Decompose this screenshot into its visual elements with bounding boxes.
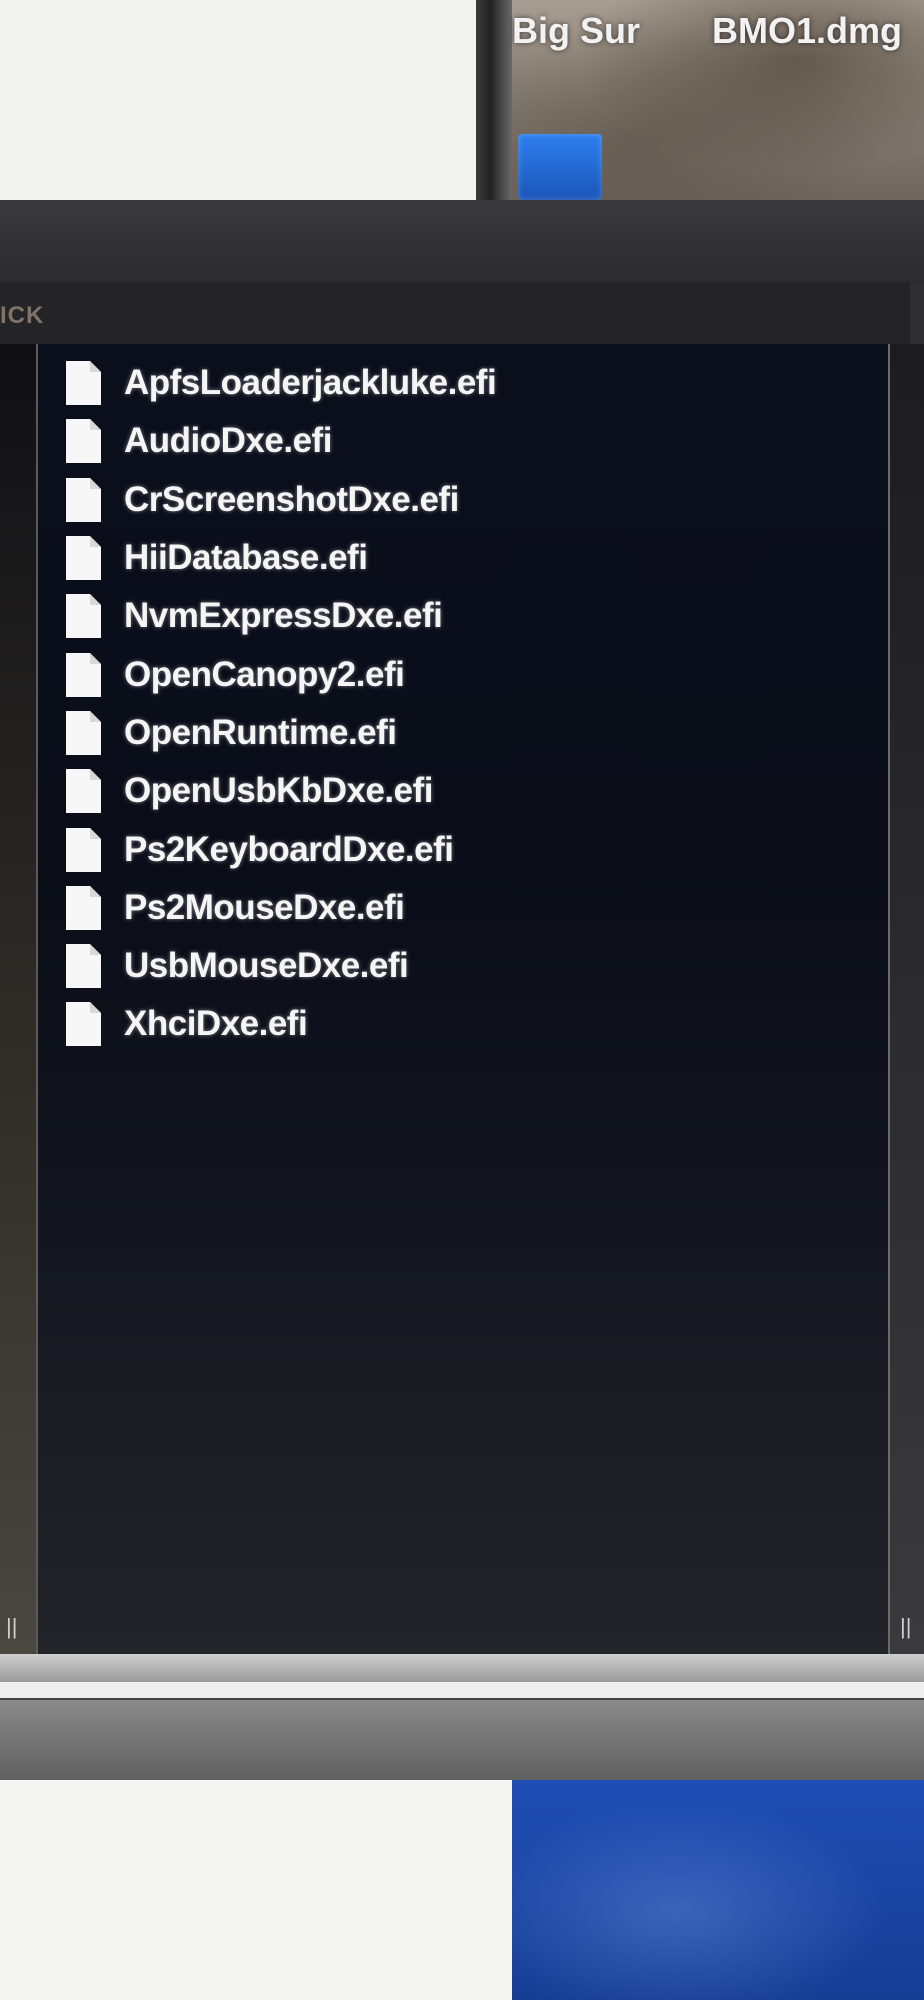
- document-icon: [64, 535, 102, 581]
- file-row[interactable]: OpenUsbKbDxe.efi: [64, 762, 496, 820]
- file-name: OpenCanopy2.efi: [124, 654, 405, 694]
- file-row[interactable]: AudioDxe.efi: [64, 412, 496, 470]
- horizontal-scrollbar[interactable]: [0, 1654, 924, 1682]
- file-name: Ps2KeyboardDxe.efi: [124, 829, 454, 869]
- document-icon: [64, 477, 102, 523]
- path-bar: [0, 1682, 924, 1698]
- document-icon: [64, 943, 102, 989]
- file-row[interactable]: Ps2KeyboardDxe.efi: [64, 820, 496, 878]
- desktop-background-bottom: [512, 1780, 924, 2000]
- file-name: Ps2MouseDxe.efi: [124, 887, 405, 927]
- file-row[interactable]: HiiDatabase.efi: [64, 529, 496, 587]
- file-row[interactable]: NvmExpressDxe.efi: [64, 587, 496, 645]
- window-divider: [476, 0, 512, 200]
- file-name: CrScreenshotDxe.efi: [124, 479, 459, 519]
- file-name: OpenRuntime.efi: [124, 712, 397, 752]
- column-header-label: ICK: [0, 302, 45, 329]
- document-icon: [64, 418, 102, 464]
- desktop-item-bmo1-label[interactable]: BMO1.dmg: [712, 10, 902, 52]
- previous-column[interactable]: ||: [0, 344, 38, 1654]
- background-app-window-bottom: [0, 1780, 512, 2000]
- window-toolbar: [0, 200, 924, 282]
- file-row[interactable]: ApfsLoaderjackluke.efi: [64, 354, 497, 412]
- file-name: UsbMouseDxe.efi: [124, 946, 409, 986]
- document-icon: [64, 710, 102, 756]
- document-icon: [64, 768, 102, 814]
- column-resize-handle[interactable]: ||: [6, 1614, 17, 1640]
- file-row[interactable]: XhciDxe.efi: [64, 995, 496, 1053]
- file-name: NvmExpressDxe.efi: [124, 596, 443, 636]
- file-name: AudioDxe.efi: [124, 421, 332, 461]
- file-row[interactable]: OpenRuntime.efi: [64, 704, 496, 762]
- file-row[interactable]: OpenCanopy2.efi: [64, 645, 496, 703]
- file-list: ApfsLoaderjackluke.efi AudioDxe.efi CrScre…: [64, 354, 497, 1054]
- column-header: ICK: [0, 282, 910, 346]
- file-row[interactable]: CrScreenshotDxe.efi: [64, 471, 496, 529]
- file-row[interactable]: UsbMouseDxe.efi: [64, 937, 496, 995]
- column-resize-handle-right[interactable]: ||: [900, 1614, 911, 1640]
- desktop-item-big-sur-label[interactable]: Big Sur: [512, 10, 640, 52]
- document-icon: [64, 652, 102, 698]
- file-list-column[interactable]: ApfsLoaderjackluke.efi AudioDxe.efi CrScre…: [38, 344, 888, 1654]
- document-icon: [64, 593, 102, 639]
- document-icon: [64, 1001, 102, 1047]
- next-column[interactable]: ||: [888, 344, 924, 1654]
- file-name: OpenUsbKbDxe.efi: [124, 771, 434, 811]
- file-row[interactable]: Ps2MouseDxe.efi: [64, 879, 496, 937]
- folder-icon[interactable]: [518, 134, 602, 200]
- document-icon: [64, 885, 102, 931]
- file-name: ApfsLoaderjackluke.efi: [124, 363, 497, 403]
- document-icon: [64, 360, 102, 406]
- status-bar: [0, 1698, 924, 1782]
- file-name: HiiDatabase.efi: [124, 538, 368, 578]
- file-name: XhciDxe.efi: [124, 1004, 308, 1044]
- background-app-window: [0, 0, 476, 200]
- document-icon: [64, 827, 102, 873]
- finder-window: ICK || ApfsLoaderjackluke.efi AudioDxe.ef…: [0, 200, 924, 1782]
